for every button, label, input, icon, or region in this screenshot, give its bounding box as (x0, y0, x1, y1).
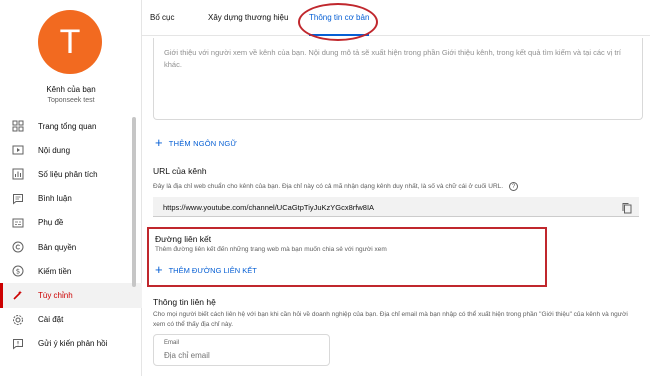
sidebar-item-label: Bản quyền (38, 242, 77, 252)
monetization-icon: $ (12, 265, 24, 277)
email-label: Email (164, 340, 180, 346)
settings-icon (12, 314, 24, 326)
sidebar-item-content[interactable]: Nội dung (0, 138, 142, 162)
plus-icon: + (155, 262, 163, 277)
channel-url-help: Đây là địa chỉ web chuẩn cho kênh của bạ… (153, 182, 519, 191)
sidebar-scrollbar[interactable] (132, 117, 136, 287)
description-field[interactable]: Giới thiệu với người xem về kênh của bạn… (153, 38, 643, 120)
sidebar-item-label: Bình luận (38, 194, 72, 204)
sidebar-item-customization[interactable]: Tùy chỉnh (0, 283, 142, 308)
channel-handle: Toponseek test (47, 97, 95, 104)
channel-url-value: https://www.youtube.com/channel/UCaGtpTi… (163, 203, 375, 212)
channel-avatar[interactable]: T (38, 10, 102, 74)
highlight-circle (298, 3, 378, 41)
sidebar-nav: Trang tổng quan Nội dung Số liệu phân tí… (0, 114, 142, 356)
add-language-button[interactable]: + THÊM NGÔN NGỮ (155, 135, 237, 150)
help-icon[interactable]: ? (509, 182, 519, 191)
links-help: Thêm đường liên kết đến những trang web … (155, 246, 387, 253)
tab-bar: Bố cục Xây dựng thương hiệu Thông tin cơ… (142, 0, 650, 36)
plus-icon: + (155, 135, 163, 150)
content-icon (12, 144, 24, 156)
sidebar-item-label: Nội dung (38, 145, 71, 155)
contact-title: Thông tin liên hệ (153, 297, 216, 307)
email-field[interactable]: Email (153, 334, 330, 366)
contact-help: Cho mọi người biết cách liên hệ với bạn … (153, 311, 628, 328)
sidebar-item-dashboard[interactable]: Trang tổng quan (0, 114, 142, 138)
channel-title: Kênh của bạn (46, 85, 96, 94)
comments-icon (12, 193, 24, 205)
feedback-icon (12, 338, 24, 350)
sidebar-item-label: Cài đặt (38, 315, 64, 325)
tab-layout[interactable]: Bố cục (150, 0, 174, 36)
description-placeholder: Giới thiệu với người xem về kênh của bạn… (164, 48, 622, 69)
sidebar-item-comments[interactable]: Bình luận (0, 187, 142, 211)
dashboard-icon (12, 120, 24, 132)
sidebar-item-feedback[interactable]: Gửi ý kiến phản hồi (0, 332, 142, 356)
svg-text:$: $ (16, 268, 20, 276)
sidebar-item-analytics[interactable]: Số liệu phân tích (0, 162, 142, 186)
add-link-button[interactable]: + THÊM ĐƯỜNG LIÊN KẾT (155, 262, 257, 277)
sidebar-item-label: Trang tổng quan (38, 121, 97, 131)
customization-icon (12, 289, 24, 301)
sidebar-item-settings[interactable]: Cài đặt (0, 308, 142, 332)
subtitles-icon (12, 217, 24, 229)
sidebar-item-label: Gửi ý kiến phản hồi (38, 339, 108, 349)
email-input[interactable] (164, 351, 314, 360)
sidebar-item-label: Phụ đề (38, 218, 64, 228)
sidebar-item-label: Tùy chỉnh (38, 290, 73, 300)
sidebar: T Kênh của bạn Toponseek test Trang tổng… (0, 0, 142, 376)
copyright-icon (12, 241, 24, 253)
sidebar-item-monetization[interactable]: $ Kiếm tiền (0, 259, 142, 283)
sidebar-item-label: Kiếm tiền (38, 266, 72, 276)
channel-url-title: URL của kênh (153, 166, 207, 176)
copy-icon[interactable] (621, 201, 633, 214)
sidebar-item-copyright[interactable]: Bản quyền (0, 235, 142, 259)
links-title: Đường liên kết (155, 234, 212, 244)
tab-branding[interactable]: Xây dựng thương hiệu (208, 0, 288, 36)
sidebar-item-label: Số liệu phân tích (38, 169, 98, 179)
channel-url-help-text: Đây là địa chỉ web chuẩn cho kênh của bạ… (153, 183, 504, 190)
add-language-label: THÊM NGÔN NGỮ (168, 138, 237, 148)
add-link-label: THÊM ĐƯỜNG LIÊN KẾT (168, 265, 257, 275)
sidebar-item-subtitles[interactable]: Phụ đề (0, 211, 142, 235)
analytics-icon (12, 168, 24, 180)
channel-url-field[interactable]: https://www.youtube.com/channel/UCaGtpTi… (153, 197, 639, 217)
links-section: Đường liên kết Thêm đường liên kết đến n… (147, 227, 547, 287)
